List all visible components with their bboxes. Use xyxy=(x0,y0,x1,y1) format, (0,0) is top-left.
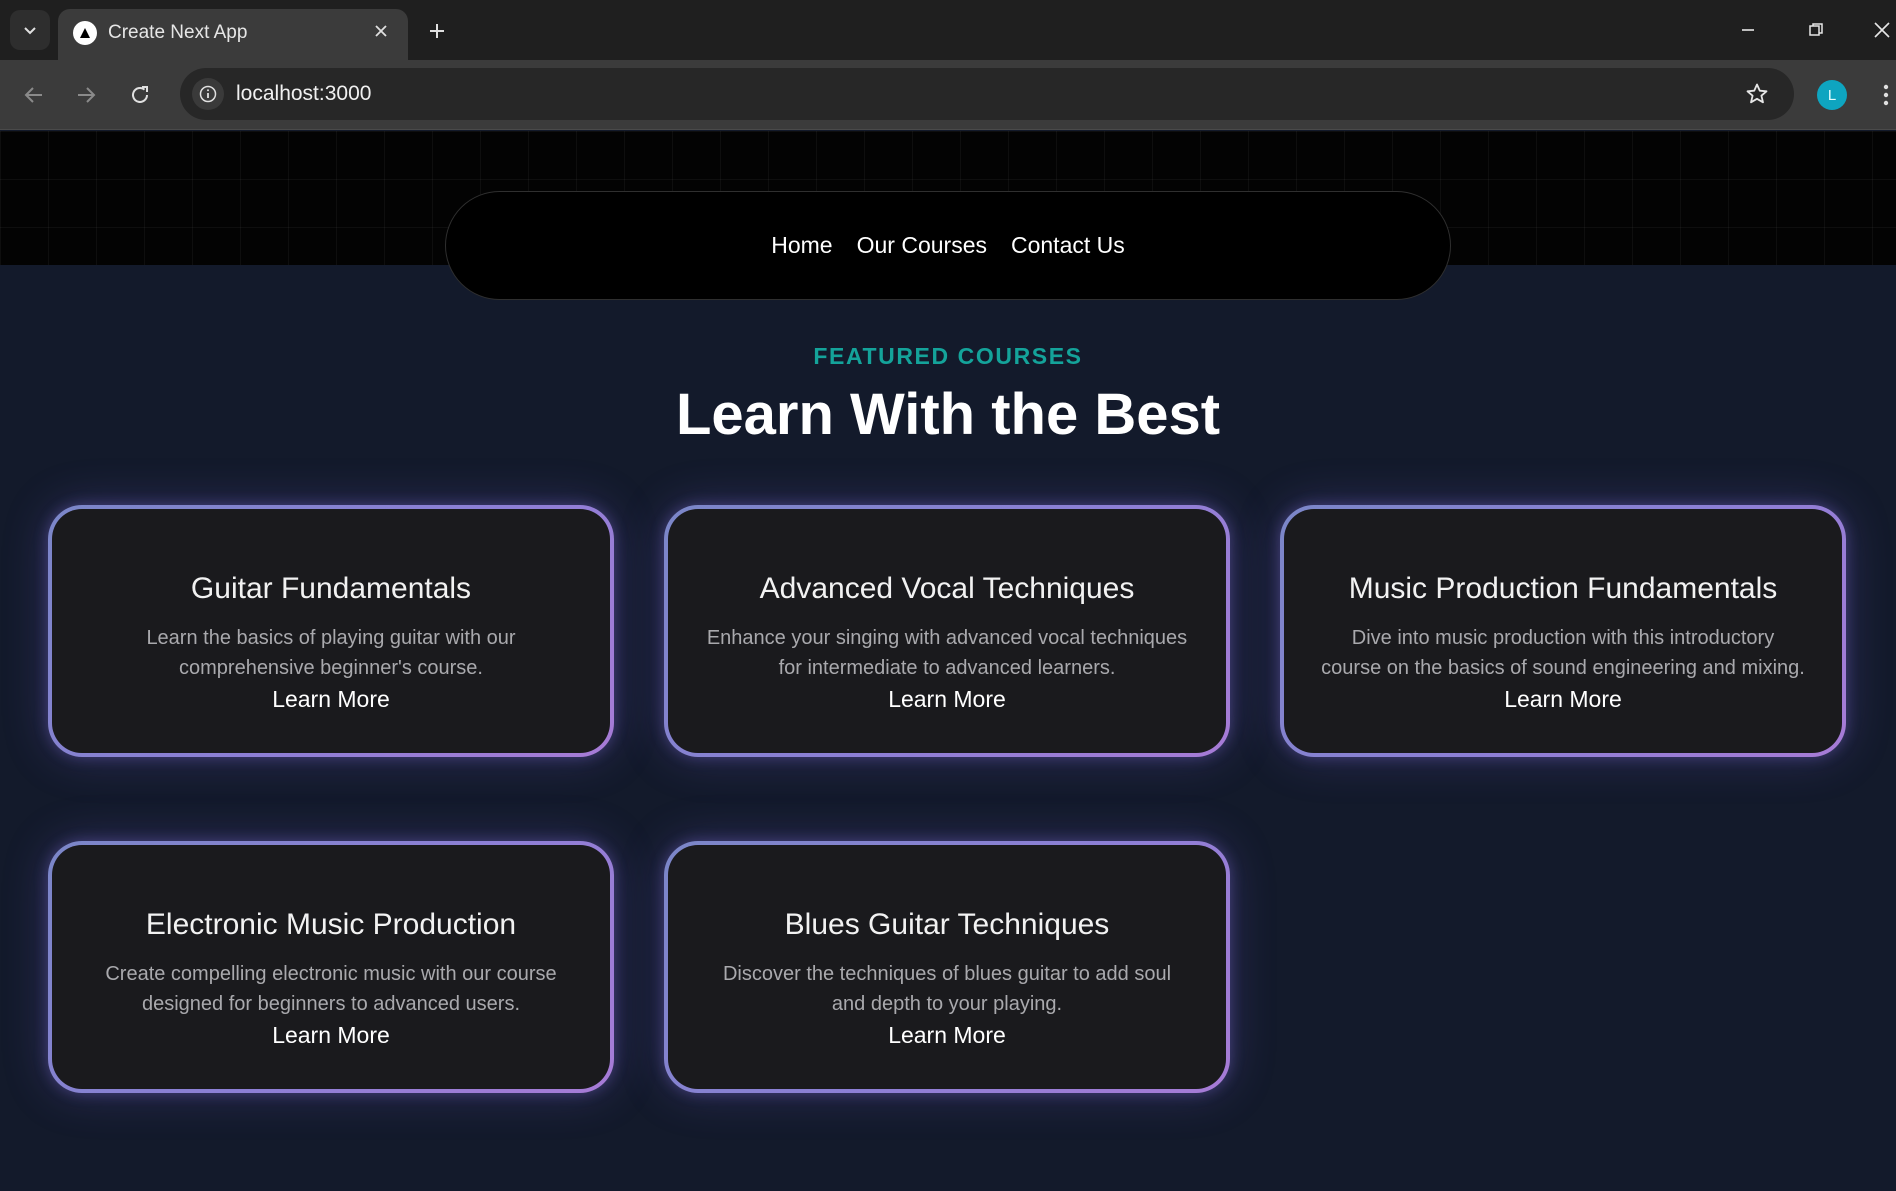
nextjs-favicon-icon xyxy=(73,21,97,45)
course-title: Guitar Fundamentals xyxy=(190,572,472,605)
section-title: Learn With the Best xyxy=(675,382,1221,447)
tab-title: Create Next App xyxy=(108,22,248,43)
course-description: Learn the basics of playing guitar with … xyxy=(146,627,516,679)
course-card-guitar-fundamentals: Guitar Fundamentals Learn the basics of … xyxy=(48,505,614,757)
course-description: Create compelling electronic music with … xyxy=(105,963,557,1015)
reload-icon[interactable] xyxy=(120,75,160,115)
course-description: Discover the techniques of blues guitar … xyxy=(722,963,1172,1015)
browser-tab-active[interactable]: Create Next App xyxy=(58,9,408,60)
more-menu-icon[interactable] xyxy=(1876,80,1896,110)
site-info-icon[interactable] xyxy=(192,78,224,110)
page-content: Home Our Courses Contact Us FEATURED COU… xyxy=(0,131,1896,1191)
chevron-down-icon xyxy=(24,27,36,35)
course-description: Enhance your singing with advanced vocal… xyxy=(706,627,1188,679)
bookmark-star-icon[interactable] xyxy=(1742,79,1772,109)
browser-toolbar: localhost:3000 L xyxy=(0,60,1896,130)
course-card-music-production-fundamentals: Music Production Fundamentals Dive into … xyxy=(1280,505,1846,757)
learn-more-link[interactable]: Learn More xyxy=(888,1019,1006,1051)
learn-more-link[interactable]: Learn More xyxy=(272,683,390,715)
course-title: Blues Guitar Techniques xyxy=(784,908,1110,941)
course-description: Dive into music production with this int… xyxy=(1321,627,1805,679)
learn-more-link[interactable]: Learn More xyxy=(1504,683,1622,715)
address-bar[interactable]: localhost:3000 xyxy=(180,68,1794,120)
course-card-advanced-vocal-techniques: Advanced Vocal Techniques Enhance your s… xyxy=(664,505,1230,757)
nav-link-home[interactable]: Home xyxy=(771,232,832,259)
course-card-blues-guitar-techniques: Blues Guitar Techniques Discover the tec… xyxy=(664,841,1230,1093)
section-eyebrow: FEATURED COURSES xyxy=(813,343,1083,369)
minimize-icon[interactable] xyxy=(1730,12,1766,48)
nav-link-contact-us[interactable]: Contact Us xyxy=(1011,232,1125,259)
course-title: Music Production Fundamentals xyxy=(1348,572,1778,605)
course-card-electronic-music-production: Electronic Music Production Create compe… xyxy=(48,841,614,1093)
course-title: Electronic Music Production xyxy=(145,908,517,941)
back-arrow-icon[interactable] xyxy=(14,75,54,115)
profile-avatar[interactable]: L xyxy=(1817,80,1847,110)
course-title: Advanced Vocal Techniques xyxy=(759,572,1135,605)
browser-tab-bar: Create Next App xyxy=(0,0,1896,60)
top-navigation: Home Our Courses Contact Us xyxy=(445,191,1451,300)
learn-more-link[interactable]: Learn More xyxy=(888,683,1006,715)
nav-link-our-courses[interactable]: Our Courses xyxy=(857,232,987,259)
close-window-icon[interactable] xyxy=(1864,12,1896,48)
forward-arrow-icon[interactable] xyxy=(66,75,106,115)
new-tab-icon[interactable] xyxy=(420,14,454,48)
url-text: localhost:3000 xyxy=(236,82,372,105)
restore-icon[interactable] xyxy=(1798,12,1834,48)
close-tab-icon[interactable] xyxy=(368,18,394,44)
learn-more-link[interactable]: Learn More xyxy=(272,1019,390,1051)
tab-search-button[interactable] xyxy=(10,10,50,50)
